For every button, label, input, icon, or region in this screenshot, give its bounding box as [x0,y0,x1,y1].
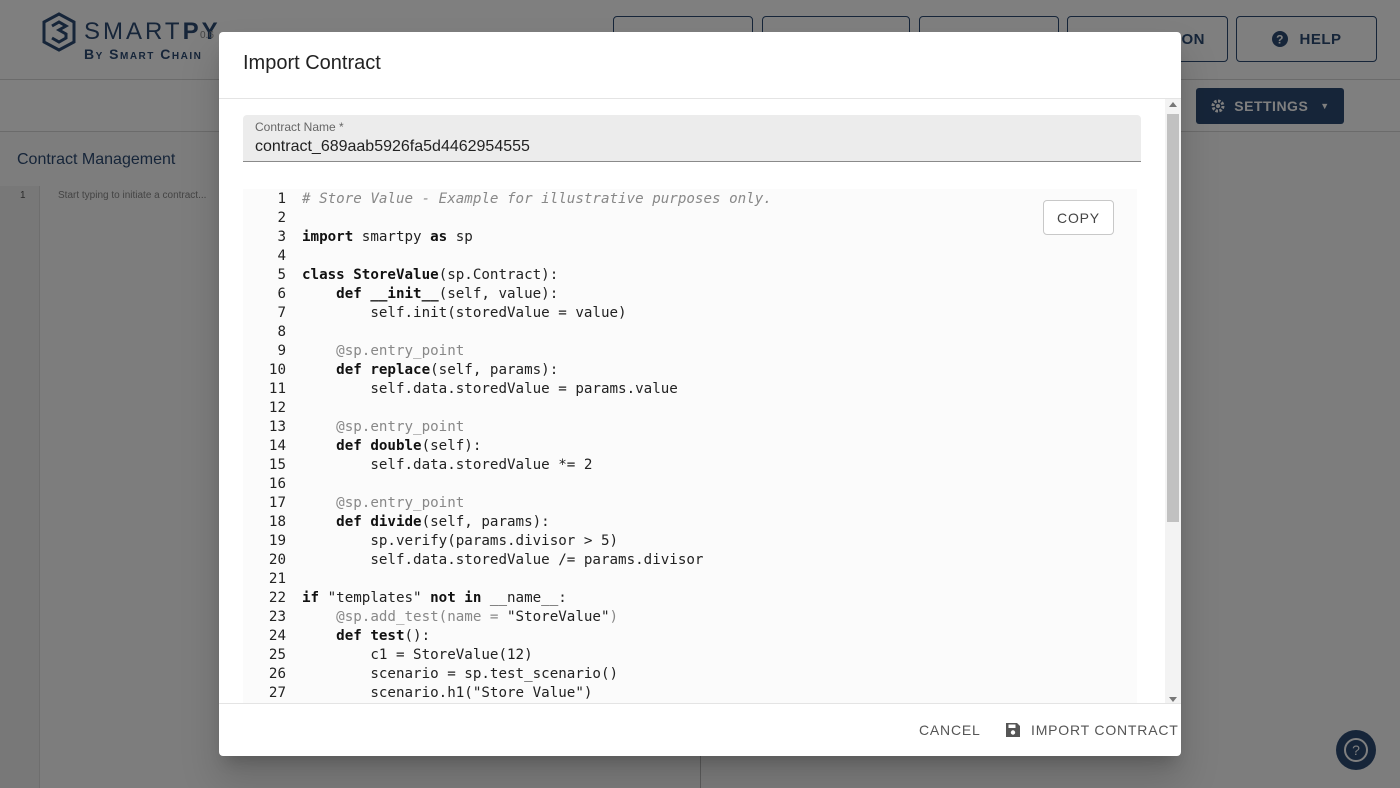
code-line-text: self.data.storedValue /= params.divisor [302,552,704,568]
code-line-text: @sp.entry_point [336,495,465,511]
code-line-number: 3 [277,229,286,245]
code-line-text: def __init__(self, value): [336,286,559,302]
contract-name-input[interactable]: contract_689aab5926fa5d4462954555 [255,138,530,156]
code-preview: 1 # Store Value - Example for illustrativ… [243,189,1137,703]
code-line-text: class StoreValue(sp.Contract): [302,267,559,283]
code-line-text: if "templates" not in __name__: [302,590,567,606]
code-line-number: 14 [268,438,286,454]
code-line-text: sp.verify(params.divisor > 5) [302,533,619,549]
code-line-number: 20 [268,552,286,568]
code-line-number: 7 [277,305,286,321]
code-line-number: 13 [268,419,286,435]
dialog-actions: CANCEL IMPORT CONTRACT [219,704,1181,756]
code-line-number: 15 [268,457,286,473]
code-line-number: 16 [268,476,286,492]
contract-name-label: Contract Name * [255,120,344,134]
code-line-text: import smartpy as sp [302,229,473,245]
code-line-number: 9 [277,343,286,359]
scroll-up-arrow-icon[interactable] [1169,102,1177,107]
code-line-text: # Store Value - Example for illustrative… [302,191,772,207]
code-line-number: 26 [268,666,286,682]
code-line-text: @sp.entry_point [336,343,465,359]
copy-button[interactable]: COPY [1043,200,1114,235]
code-line-number: 23 [268,609,286,625]
code-line-number: 21 [268,571,286,587]
code-line-number: 19 [268,533,286,549]
code-line-text: self.data.storedValue = params.value [302,381,678,397]
code-line-number: 24 [268,628,286,644]
import-contract-label: IMPORT CONTRACT [1031,722,1179,738]
code-line-text: def replace(self, params): [336,362,559,378]
code-line-text: def test(): [336,628,431,644]
code-line-number: 12 [268,400,286,416]
code-line-text: c1 = StoreValue(12) [302,647,533,663]
import-contract-button[interactable]: IMPORT CONTRACT [1005,718,1179,742]
dialog-title: Import Contract [243,52,381,74]
code-line-number: 25 [268,647,286,663]
code-line-text: def double(self): [336,438,482,454]
code-line-text: self.data.storedValue *= 2 [302,457,593,473]
import-contract-dialog: Import Contract Contract Name * contract… [219,32,1181,756]
code-line-number: 5 [277,267,286,283]
code-line-text: scenario = sp.test_scenario() [302,666,619,682]
scrollbar-thumb[interactable] [1167,114,1179,522]
code-line-number: 10 [268,362,286,378]
contract-name-field[interactable]: Contract Name * contract_689aab5926fa5d4… [243,115,1141,162]
code-line-number: 17 [268,495,286,511]
dialog-scrollbar[interactable] [1165,99,1181,703]
code-line-number: 2 [277,210,286,226]
cancel-button[interactable]: CANCEL [919,718,981,742]
save-icon [1006,723,1020,737]
code-line-number: 1 [277,191,286,207]
code-line-number: 22 [268,590,286,606]
code-line-number: 4 [277,248,286,264]
code-line-text: scenario.h1("Store Value") [302,685,593,701]
code-line-number: 18 [268,514,286,530]
code-line-number: 11 [268,381,286,397]
code-line-number: 8 [277,324,286,340]
code-line-text: def divide(self, params): [336,514,550,530]
code-line-number: 27 [268,685,286,701]
dialog-body: Contract Name * contract_689aab5926fa5d4… [219,98,1181,704]
code-line-text: @sp.add_test(name = "StoreValue") [336,609,619,625]
scroll-down-arrow-icon[interactable] [1169,697,1177,702]
code-line-text: @sp.entry_point [336,419,465,435]
code-line-number: 6 [277,286,286,302]
code-line-text: self.init(storedValue = value) [302,305,627,321]
